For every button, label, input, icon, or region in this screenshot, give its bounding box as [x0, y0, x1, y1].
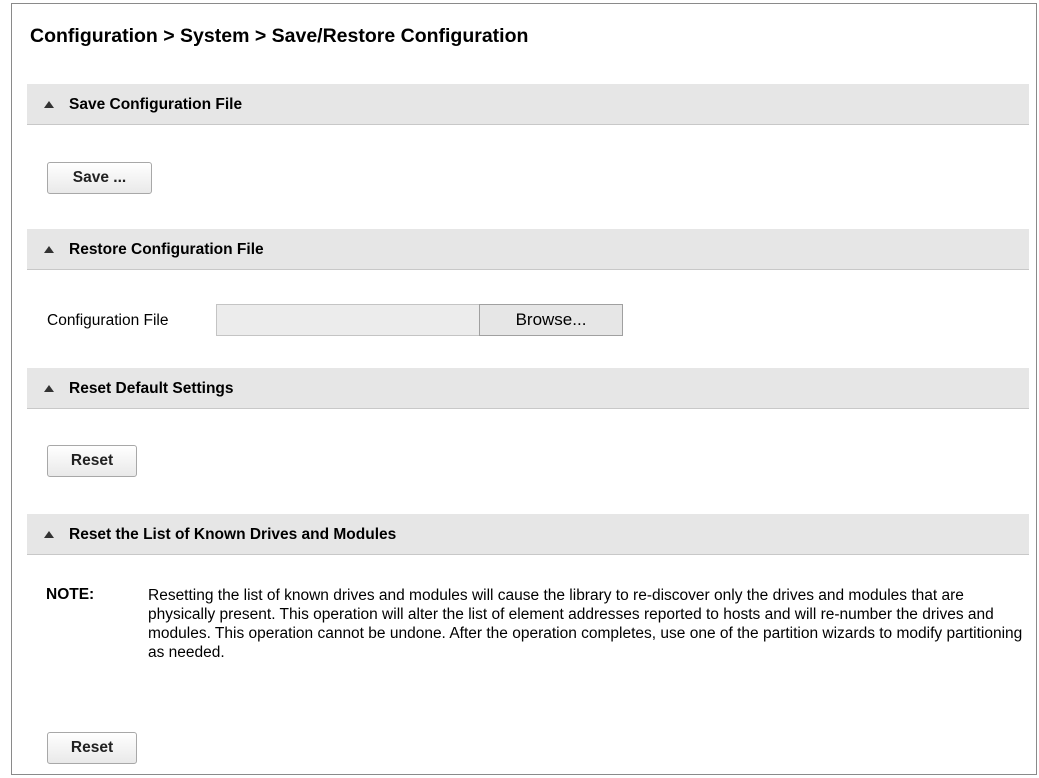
configuration-file-label: Configuration File	[47, 312, 169, 329]
section-title-reset-defaults: Reset Default Settings	[69, 380, 234, 397]
note-text: Resetting the list of known drives and m…	[148, 587, 1023, 661]
collapse-triangle-icon[interactable]	[44, 246, 54, 253]
section-header-restore[interactable]: Restore Configuration File	[27, 229, 1029, 270]
save-button[interactable]: Save ...	[47, 162, 152, 194]
reset-defaults-button[interactable]: Reset	[47, 445, 137, 477]
section-title-restore: Restore Configuration File	[69, 241, 264, 258]
browse-button[interactable]: Browse...	[479, 304, 623, 336]
reset-known-drives-button[interactable]: Reset	[47, 732, 137, 764]
note-label: NOTE:	[46, 586, 95, 603]
collapse-triangle-icon[interactable]	[44, 385, 54, 392]
section-header-save[interactable]: Save Configuration File	[27, 84, 1029, 125]
page-title: Configuration > System > Save/Restore Co…	[30, 25, 529, 47]
section-title-save: Save Configuration File	[69, 96, 243, 113]
collapse-triangle-icon[interactable]	[44, 531, 54, 538]
section-header-reset-defaults[interactable]: Reset Default Settings	[27, 368, 1029, 409]
config-panel: Configuration > System > Save/Restore Co…	[11, 3, 1037, 775]
configuration-file-input[interactable]	[216, 304, 480, 336]
collapse-triangle-icon[interactable]	[44, 101, 54, 108]
section-header-reset-known[interactable]: Reset the List of Known Drives and Modul…	[27, 514, 1029, 555]
section-title-reset-known: Reset the List of Known Drives and Modul…	[69, 526, 397, 543]
